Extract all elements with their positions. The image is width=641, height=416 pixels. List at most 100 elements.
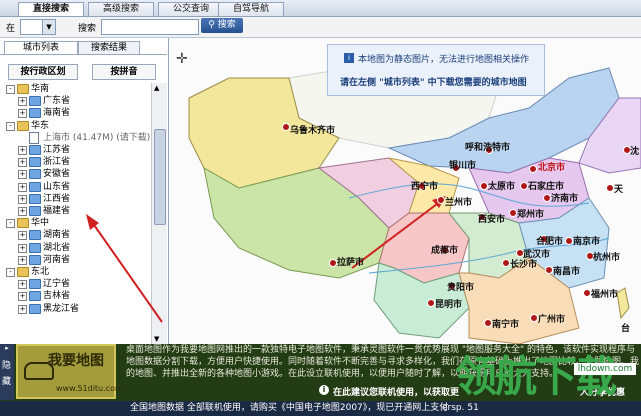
search-input[interactable] bbox=[101, 19, 199, 35]
watermark-url: lhdown.com bbox=[574, 363, 636, 375]
expand-icon[interactable]: + bbox=[18, 292, 27, 302]
tree-province-node[interactable]: + 江苏省 bbox=[0, 144, 151, 156]
tree-node-label: 黑龙江省 bbox=[43, 303, 80, 314]
tree-province-node[interactable]: 上海市 (41.47M) (请下载) bbox=[0, 131, 151, 144]
city-label: 济南市 bbox=[551, 194, 579, 204]
city-label: 西宁市 bbox=[411, 182, 439, 192]
by-region-button[interactable]: 按行政区划 bbox=[8, 64, 78, 80]
expand-icon[interactable]: + bbox=[18, 243, 27, 253]
tab-city-list[interactable]: 城市列表 bbox=[4, 41, 78, 54]
tree-province-node[interactable]: + 湖北省 bbox=[0, 242, 151, 254]
info-icon: i bbox=[344, 53, 354, 63]
tree-province-node[interactable]: + 辽宁省 bbox=[0, 278, 151, 290]
expand-icon[interactable]: + bbox=[18, 255, 27, 265]
tree-province-node[interactable]: + 江西省 bbox=[0, 193, 151, 205]
collapse-icon[interactable]: - bbox=[6, 121, 15, 131]
tree-node-label: 华南 bbox=[31, 84, 50, 94]
tree-node-label: 东北 bbox=[31, 267, 50, 277]
tree-province-node[interactable]: + 湖南省 bbox=[0, 229, 151, 241]
folder-icon bbox=[29, 157, 41, 168]
scroll-up-icon[interactable]: ▲ bbox=[154, 84, 159, 92]
tree-province-node[interactable]: + 安徽省 bbox=[0, 168, 151, 180]
expand-icon[interactable]: + bbox=[18, 146, 27, 155]
tree-region-node[interactable]: - 华中 bbox=[0, 217, 151, 229]
tab-bus-query[interactable]: 公交查询 bbox=[158, 2, 224, 16]
tab-advanced-search[interactable]: 高级搜索 bbox=[88, 2, 154, 16]
tree-province-node[interactable]: + 黑龙江省 bbox=[0, 303, 151, 315]
search-icon: ⚲ bbox=[208, 20, 215, 30]
expand-icon[interactable]: + bbox=[18, 158, 27, 168]
tree-province-node[interactable]: + 山东省 bbox=[0, 181, 151, 193]
logo-url: www.51ditu.com bbox=[56, 384, 123, 393]
expand-icon[interactable]: + bbox=[18, 97, 27, 107]
city-label: 银川市 bbox=[449, 161, 477, 171]
city-list-panel: 城市列表 搜索结果 按行政区划 按拼音 - 华南 + 广东省 + 海南省 - 华东 上海市 (4… bbox=[0, 38, 169, 344]
expand-icon[interactable]: + bbox=[18, 231, 27, 241]
tree-node-label: 河南省 bbox=[43, 254, 71, 265]
collapse-icon[interactable]: - bbox=[6, 219, 15, 229]
tab-direct-search[interactable]: 直接搜索 bbox=[18, 2, 84, 16]
expand-icon[interactable]: + bbox=[18, 182, 27, 192]
expand-icon[interactable]: + bbox=[18, 304, 27, 314]
status-text[interactable]: 全国地图数据 全部联机使用，请购买《中国电子地图2007》，现已开通网上支付 bbox=[130, 401, 448, 416]
city-label: 贵阳市 bbox=[447, 283, 475, 293]
scope-select[interactable]: ▼ bbox=[20, 19, 56, 35]
tree-scrollbar[interactable]: ▲ ▼ bbox=[151, 83, 167, 344]
tree-region-node[interactable]: - 华南 bbox=[0, 83, 151, 95]
tree-province-node[interactable]: + 福建省 bbox=[0, 205, 151, 217]
tree-province-node[interactable]: + 海南省 bbox=[0, 107, 151, 119]
tab-search-results[interactable]: 搜索结果 bbox=[78, 41, 140, 54]
info-icon: i bbox=[319, 385, 329, 395]
scrollbar-thumb[interactable] bbox=[154, 129, 166, 225]
chevron-down-icon[interactable]: ▼ bbox=[42, 20, 55, 34]
site-logo[interactable]: 我要地图 www.51ditu.com bbox=[16, 344, 123, 399]
tab-self-drive-navigation[interactable]: 自驾导航 bbox=[218, 2, 284, 16]
tree-region-node[interactable]: - 华东 bbox=[0, 120, 151, 132]
expand-icon[interactable]: + bbox=[18, 194, 27, 204]
expand-icon[interactable]: + bbox=[18, 170, 27, 180]
tree-node-label: 湖南省 bbox=[43, 230, 71, 241]
main-tabbar: 直接搜索 高级搜索 公交查询 自驾导航 bbox=[0, 0, 641, 17]
by-pinyin-button[interactable]: 按拼音 bbox=[92, 64, 156, 80]
folder-icon bbox=[29, 193, 41, 204]
search-button-label: 搜索 bbox=[217, 20, 236, 30]
city-label: 合肥市 bbox=[536, 237, 564, 247]
tree-node-label: 浙江省 bbox=[43, 157, 71, 168]
tree-province-node[interactable]: + 浙江省 bbox=[0, 156, 151, 168]
expand-icon[interactable]: + bbox=[18, 280, 27, 290]
folder-icon bbox=[29, 169, 41, 180]
city-tree: - 华南 + 广东省 + 海南省 - 华东 上海市 (41.47M) (请下载) + 江苏省 + 浙江省… bbox=[0, 83, 151, 344]
collapse-icon[interactable]: - bbox=[6, 85, 15, 94]
svg-text:✛: ✛ bbox=[176, 51, 188, 67]
tree-node-label: 辽宁省 bbox=[43, 279, 71, 290]
expand-icon[interactable]: + bbox=[18, 207, 27, 216]
search-button[interactable]: ⚲ 搜索 bbox=[201, 18, 243, 33]
hide-toggle[interactable]: ▸ 隐藏 bbox=[0, 344, 14, 400]
expand-icon[interactable]: + bbox=[18, 109, 27, 119]
tree-node-label: 江苏省 bbox=[43, 145, 71, 155]
online-tip[interactable]: 在此建议您联机使用，以获取更 bbox=[333, 385, 459, 398]
tree-node-label: 湖北省 bbox=[43, 242, 71, 253]
tree-province-node[interactable]: + 广东省 bbox=[0, 95, 151, 107]
city-label: 南昌市 bbox=[553, 267, 581, 277]
collapse-icon[interactable]: - bbox=[6, 268, 15, 277]
notice-line-1: 本地图为静态图片，无法进行地图相关操作 bbox=[358, 55, 530, 65]
tree-node-label: 华中 bbox=[31, 218, 50, 229]
city-label: 广州市 bbox=[538, 315, 566, 325]
car-icon bbox=[24, 362, 54, 380]
city-label: 西安市 bbox=[478, 215, 506, 225]
tree-node-label: 上海市 (41.47M) (请下载) bbox=[43, 132, 151, 143]
document-icon bbox=[29, 131, 39, 144]
collapse-icon[interactable]: ▸ bbox=[0, 344, 14, 354]
search-bar: 在 ▼ 搜索 ⚲ 搜索 bbox=[0, 17, 641, 38]
tree-province-node[interactable]: + 吉林省 bbox=[0, 290, 151, 302]
folder-icon bbox=[17, 218, 29, 229]
city-label: 杭州市 bbox=[593, 253, 621, 263]
city-label: 沈 bbox=[630, 147, 640, 157]
scroll-down-icon[interactable]: ▼ bbox=[154, 335, 159, 343]
tree-region-node[interactable]: - 东北 bbox=[0, 266, 151, 278]
tree-province-node[interactable]: + 河南省 bbox=[0, 254, 151, 266]
city-label: 南京市 bbox=[573, 237, 601, 247]
tree-node-label: 华东 bbox=[31, 120, 50, 131]
folder-icon bbox=[29, 291, 41, 302]
